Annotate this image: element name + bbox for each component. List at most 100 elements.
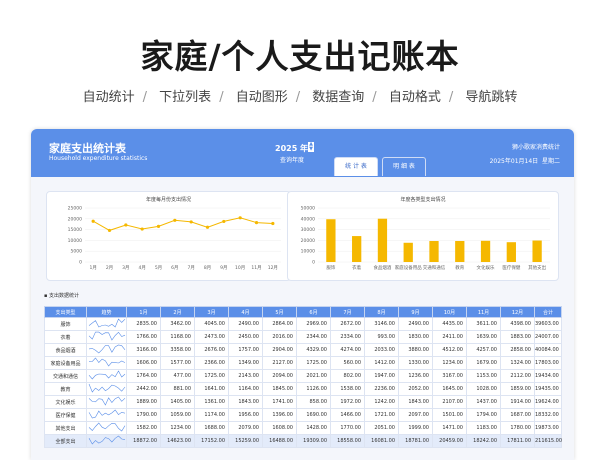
table-cell[interactable]: 1126.00 [296,382,331,396]
table-cell[interactable]: 1153.00 [466,369,501,383]
table-cell[interactable]: 2450.00 [228,330,263,344]
table-cell[interactable]: 1324.00 [500,356,535,370]
table-cell[interactable]: 1242.00 [364,395,399,409]
table-cell[interactable]: 1688.00 [194,421,229,435]
tab-statistics[interactable]: 统 计 表 [334,157,378,176]
table-cell[interactable]: 16488.00 [262,434,297,448]
table-cell[interactable]: 2344.00 [296,330,331,344]
table-cell[interactable]: 881.00 [160,382,195,396]
table-cell[interactable]: 1914.00 [500,395,535,409]
table-cell[interactable]: 4257.00 [466,343,501,357]
table-row[interactable]: 衣着 1766.00 1168.00 2473.00 2450.00 2016.00 234… [44,330,562,344]
table-cell[interactable]: 16081.00 [364,434,399,448]
table-cell[interactable]: 2835.00 [126,317,161,331]
table-cell[interactable]: 17803.00 [534,356,562,370]
table-cell[interactable]: 2051.00 [364,421,399,435]
table-cell[interactable]: 1349.00 [228,356,263,370]
table-cell[interactable]: 1641.00 [194,382,229,396]
table-cell[interactable]: 2490.00 [398,317,433,331]
table-cell[interactable]: 1859.00 [500,382,535,396]
table-cell[interactable]: 1883.00 [500,330,535,344]
table-cell[interactable]: 1361.00 [194,395,229,409]
table-cell[interactable]: 39603.00 [534,317,562,331]
table-cell[interactable]: 2094.00 [262,369,297,383]
table-cell[interactable]: 18242.00 [466,434,501,448]
table-cell[interactable]: 1843.00 [398,395,433,409]
table-cell[interactable]: 1780.00 [500,421,535,435]
table-row[interactable]: 教育 2442.00 881.00 1641.00 1164.00 1845.00 1126… [44,382,562,396]
table-cell[interactable]: 1396.00 [262,408,297,422]
table-cell[interactable]: 858.00 [296,395,331,409]
table-cell[interactable]: 1889.00 [126,395,161,409]
table-cell[interactable]: 19309.00 [296,434,331,448]
table-cell[interactable]: 1412.00 [364,356,399,370]
table-cell[interactable]: 1234.00 [432,356,467,370]
table-cell[interactable]: 1845.00 [262,382,297,396]
table-cell[interactable]: 1725.00 [296,356,331,370]
table-cell[interactable]: 1174.00 [194,408,229,422]
table-cell[interactable]: 20459.00 [432,434,467,448]
table-cell[interactable]: 1234.00 [160,421,195,435]
table-cell[interactable]: 4045.00 [194,317,229,331]
table-cell[interactable]: 2112.00 [500,369,535,383]
table-cell[interactable]: 19873.00 [534,421,562,435]
table-cell[interactable]: 15259.00 [228,434,263,448]
table-cell[interactable]: 4329.00 [296,343,331,357]
table-cell[interactable]: 477.00 [160,369,195,383]
table-cell[interactable]: 2107.00 [432,395,467,409]
table-cell[interactable]: 993.00 [364,330,399,344]
table-cell[interactable]: 1757.00 [228,343,263,357]
table-cell[interactable]: 1956.00 [228,408,263,422]
table-cell[interactable]: 1501.00 [432,408,467,422]
table-cell[interactable]: 2334.00 [330,330,365,344]
table-cell[interactable]: 1790.00 [126,408,161,422]
table-cell[interactable]: 4435.00 [432,317,467,331]
table-cell[interactable]: 17811.00 [500,434,535,448]
table-cell[interactable]: 1059.00 [160,408,195,422]
table-cell[interactable]: 1645.00 [432,382,467,396]
table-cell[interactable]: 2366.00 [194,356,229,370]
table-cell[interactable]: 4512.00 [432,343,467,357]
table-cell[interactable]: 2143.00 [228,369,263,383]
table-cell[interactable]: 1721.00 [364,408,399,422]
table-cell[interactable]: 4398.00 [500,317,535,331]
table-cell[interactable]: 2672.00 [330,317,365,331]
table-cell[interactable]: 2236.00 [364,382,399,396]
table-cell[interactable]: 2490.00 [228,317,263,331]
table-cell[interactable]: 1606.00 [126,356,161,370]
table-cell[interactable]: 40084.00 [534,343,562,357]
table-cell[interactable]: 1947.00 [364,369,399,383]
table-cell[interactable]: 4274.00 [330,343,365,357]
table-row[interactable]: 服饰 2835.00 3462.00 4045.00 2490.00 2864.00 296… [44,317,562,331]
table-cell[interactable]: 3146.00 [364,317,399,331]
table-cell[interactable]: 1639.00 [466,330,501,344]
table-cell[interactable]: 2473.00 [194,330,229,344]
table-cell[interactable]: 1690.00 [296,408,331,422]
table-cell[interactable]: 19624.00 [534,395,562,409]
table-cell[interactable]: 1471.00 [432,421,467,435]
table-row[interactable]: 食品烟酒 3166.00 3358.00 2676.00 1757.00 2904.00 4… [44,343,562,357]
table-cell[interactable]: 18781.00 [398,434,433,448]
table-cell[interactable]: 2127.00 [262,356,297,370]
table-cell[interactable]: 1770.00 [330,421,365,435]
table-cell[interactable]: 18872.00 [126,434,161,448]
table-cell[interactable]: 3880.00 [398,343,433,357]
table-cell[interactable]: 17152.00 [194,434,229,448]
table-cell[interactable]: 2864.00 [262,317,297,331]
table-cell[interactable]: 2097.00 [398,408,433,422]
table-cell[interactable]: 802.00 [330,369,365,383]
table-cell[interactable]: 1608.00 [262,421,297,435]
table-cell[interactable]: 2858.00 [500,343,535,357]
table-cell[interactable]: 1330.00 [398,356,433,370]
table-cell[interactable]: 1999.00 [398,421,433,435]
table-cell[interactable]: 1405.00 [160,395,195,409]
table-cell[interactable]: 1687.00 [500,408,535,422]
table-row[interactable]: 文化娱乐 1889.00 1405.00 1361.00 1843.00 1741.00 8… [44,395,562,409]
table-cell[interactable]: 1437.00 [466,395,501,409]
table-cell[interactable]: 1168.00 [160,330,195,344]
table-cell[interactable]: 1843.00 [228,395,263,409]
table-cell[interactable]: 1741.00 [262,395,297,409]
table-cell[interactable]: 2969.00 [296,317,331,331]
table-cell[interactable]: 1028.00 [466,382,501,396]
table-cell[interactable]: 3462.00 [160,317,195,331]
